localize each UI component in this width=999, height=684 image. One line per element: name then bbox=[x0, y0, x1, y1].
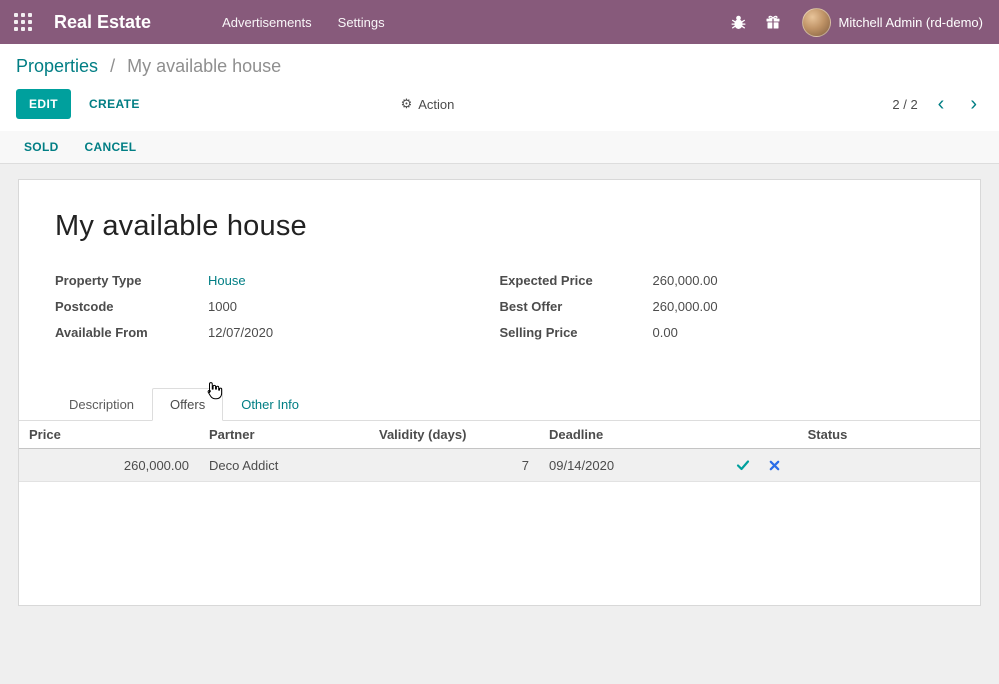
column-price: Price bbox=[19, 421, 199, 449]
record-title: My available house bbox=[19, 180, 980, 243]
top-navbar: Real Estate Advertisements Settings Mitc… bbox=[0, 0, 999, 44]
user-menu[interactable]: Mitchell Admin (rd-demo) bbox=[839, 15, 984, 30]
field-label: Selling Price bbox=[500, 325, 653, 340]
field-available-from: Available From 12/07/2020 bbox=[55, 325, 500, 340]
notebook-tabs: Description Offers Other Info bbox=[19, 388, 980, 421]
offer-deadline: 09/14/2020 bbox=[539, 449, 719, 482]
offer-price: 260,000.00 bbox=[19, 449, 199, 482]
offer-partner: Deco Addict bbox=[199, 449, 369, 482]
column-partner: Partner bbox=[199, 421, 369, 449]
cancel-button[interactable]: CANCEL bbox=[85, 140, 137, 154]
field-label: Property Type bbox=[55, 273, 208, 288]
postcode-value: 1000 bbox=[208, 299, 237, 314]
offer-actions bbox=[719, 449, 798, 482]
offer-status bbox=[798, 449, 980, 482]
breadcrumb-current: My available house bbox=[127, 56, 281, 76]
offers-table: Price Partner Validity (days) Deadline S… bbox=[19, 421, 980, 482]
field-selling-price: Selling Price 0.00 bbox=[500, 325, 945, 340]
pager-value[interactable]: 2 / 2 bbox=[892, 97, 917, 112]
navbar-menu: Advertisements Settings bbox=[209, 2, 398, 43]
field-property-type: Property Type House bbox=[55, 273, 500, 288]
menu-settings[interactable]: Settings bbox=[325, 2, 398, 43]
accept-offer-icon[interactable] bbox=[729, 456, 757, 474]
action-menu-label: Action bbox=[418, 97, 454, 112]
offer-row[interactable]: 260,000.00 Deco Addict 7 09/14/2020 bbox=[19, 449, 980, 482]
bug-icon[interactable] bbox=[721, 8, 756, 37]
tab-description[interactable]: Description bbox=[51, 388, 152, 421]
user-avatar[interactable] bbox=[802, 8, 831, 37]
screen: Real Estate Advertisements Settings Mitc… bbox=[0, 0, 999, 684]
field-group-left: Property Type House Postcode 1000 Availa… bbox=[55, 273, 500, 351]
action-menu-button[interactable]: ⚙ Action bbox=[401, 96, 455, 112]
breadcrumb: Properties / My available house bbox=[0, 44, 999, 81]
apps-menu-icon[interactable] bbox=[14, 13, 32, 31]
breadcrumb-separator: / bbox=[110, 56, 115, 76]
column-actions bbox=[719, 421, 798, 449]
column-validity: Validity (days) bbox=[369, 421, 539, 449]
field-postcode: Postcode 1000 bbox=[55, 299, 500, 314]
column-deadline: Deadline bbox=[539, 421, 719, 449]
gift-icon[interactable] bbox=[756, 8, 790, 36]
form-sheet: My available house Property Type House P… bbox=[18, 179, 981, 606]
pager-next-icon[interactable]: › bbox=[964, 97, 983, 111]
tab-offers[interactable]: Offers bbox=[152, 388, 223, 421]
expected-price-value: 260,000.00 bbox=[653, 273, 718, 288]
field-best-offer: Best Offer 260,000.00 bbox=[500, 299, 945, 314]
sold-button[interactable]: SOLD bbox=[24, 140, 59, 154]
control-panel: EDIT CREATE ⚙ Action 2 / 2 ‹ › bbox=[0, 81, 999, 131]
field-label: Postcode bbox=[55, 299, 208, 314]
edit-button[interactable]: EDIT bbox=[16, 89, 71, 119]
pager-previous-icon[interactable]: ‹ bbox=[932, 97, 951, 111]
refuse-offer-icon[interactable] bbox=[761, 457, 788, 474]
menu-advertisements[interactable]: Advertisements bbox=[209, 2, 325, 43]
best-offer-value: 260,000.00 bbox=[653, 299, 718, 314]
app-title[interactable]: Real Estate bbox=[54, 12, 151, 33]
tab-other-info[interactable]: Other Info bbox=[223, 388, 317, 421]
column-status: Status bbox=[798, 421, 980, 449]
available-from-value: 12/07/2020 bbox=[208, 325, 273, 340]
field-label: Available From bbox=[55, 325, 208, 340]
offer-validity: 7 bbox=[369, 449, 539, 482]
statusbar: SOLD CANCEL bbox=[0, 131, 999, 164]
form-view: My available house Property Type House P… bbox=[0, 164, 999, 684]
breadcrumb-properties-link[interactable]: Properties bbox=[16, 56, 98, 76]
field-groups: Property Type House Postcode 1000 Availa… bbox=[19, 273, 980, 351]
selling-price-value: 0.00 bbox=[653, 325, 678, 340]
gear-icon: ⚙ bbox=[401, 96, 413, 112]
field-label: Expected Price bbox=[500, 273, 653, 288]
field-group-right: Expected Price 260,000.00 Best Offer 260… bbox=[500, 273, 945, 351]
offers-header-row: Price Partner Validity (days) Deadline S… bbox=[19, 421, 980, 449]
property-type-link[interactable]: House bbox=[208, 273, 246, 288]
field-expected-price: Expected Price 260,000.00 bbox=[500, 273, 945, 288]
field-label: Best Offer bbox=[500, 299, 653, 314]
create-button[interactable]: CREATE bbox=[89, 97, 140, 111]
